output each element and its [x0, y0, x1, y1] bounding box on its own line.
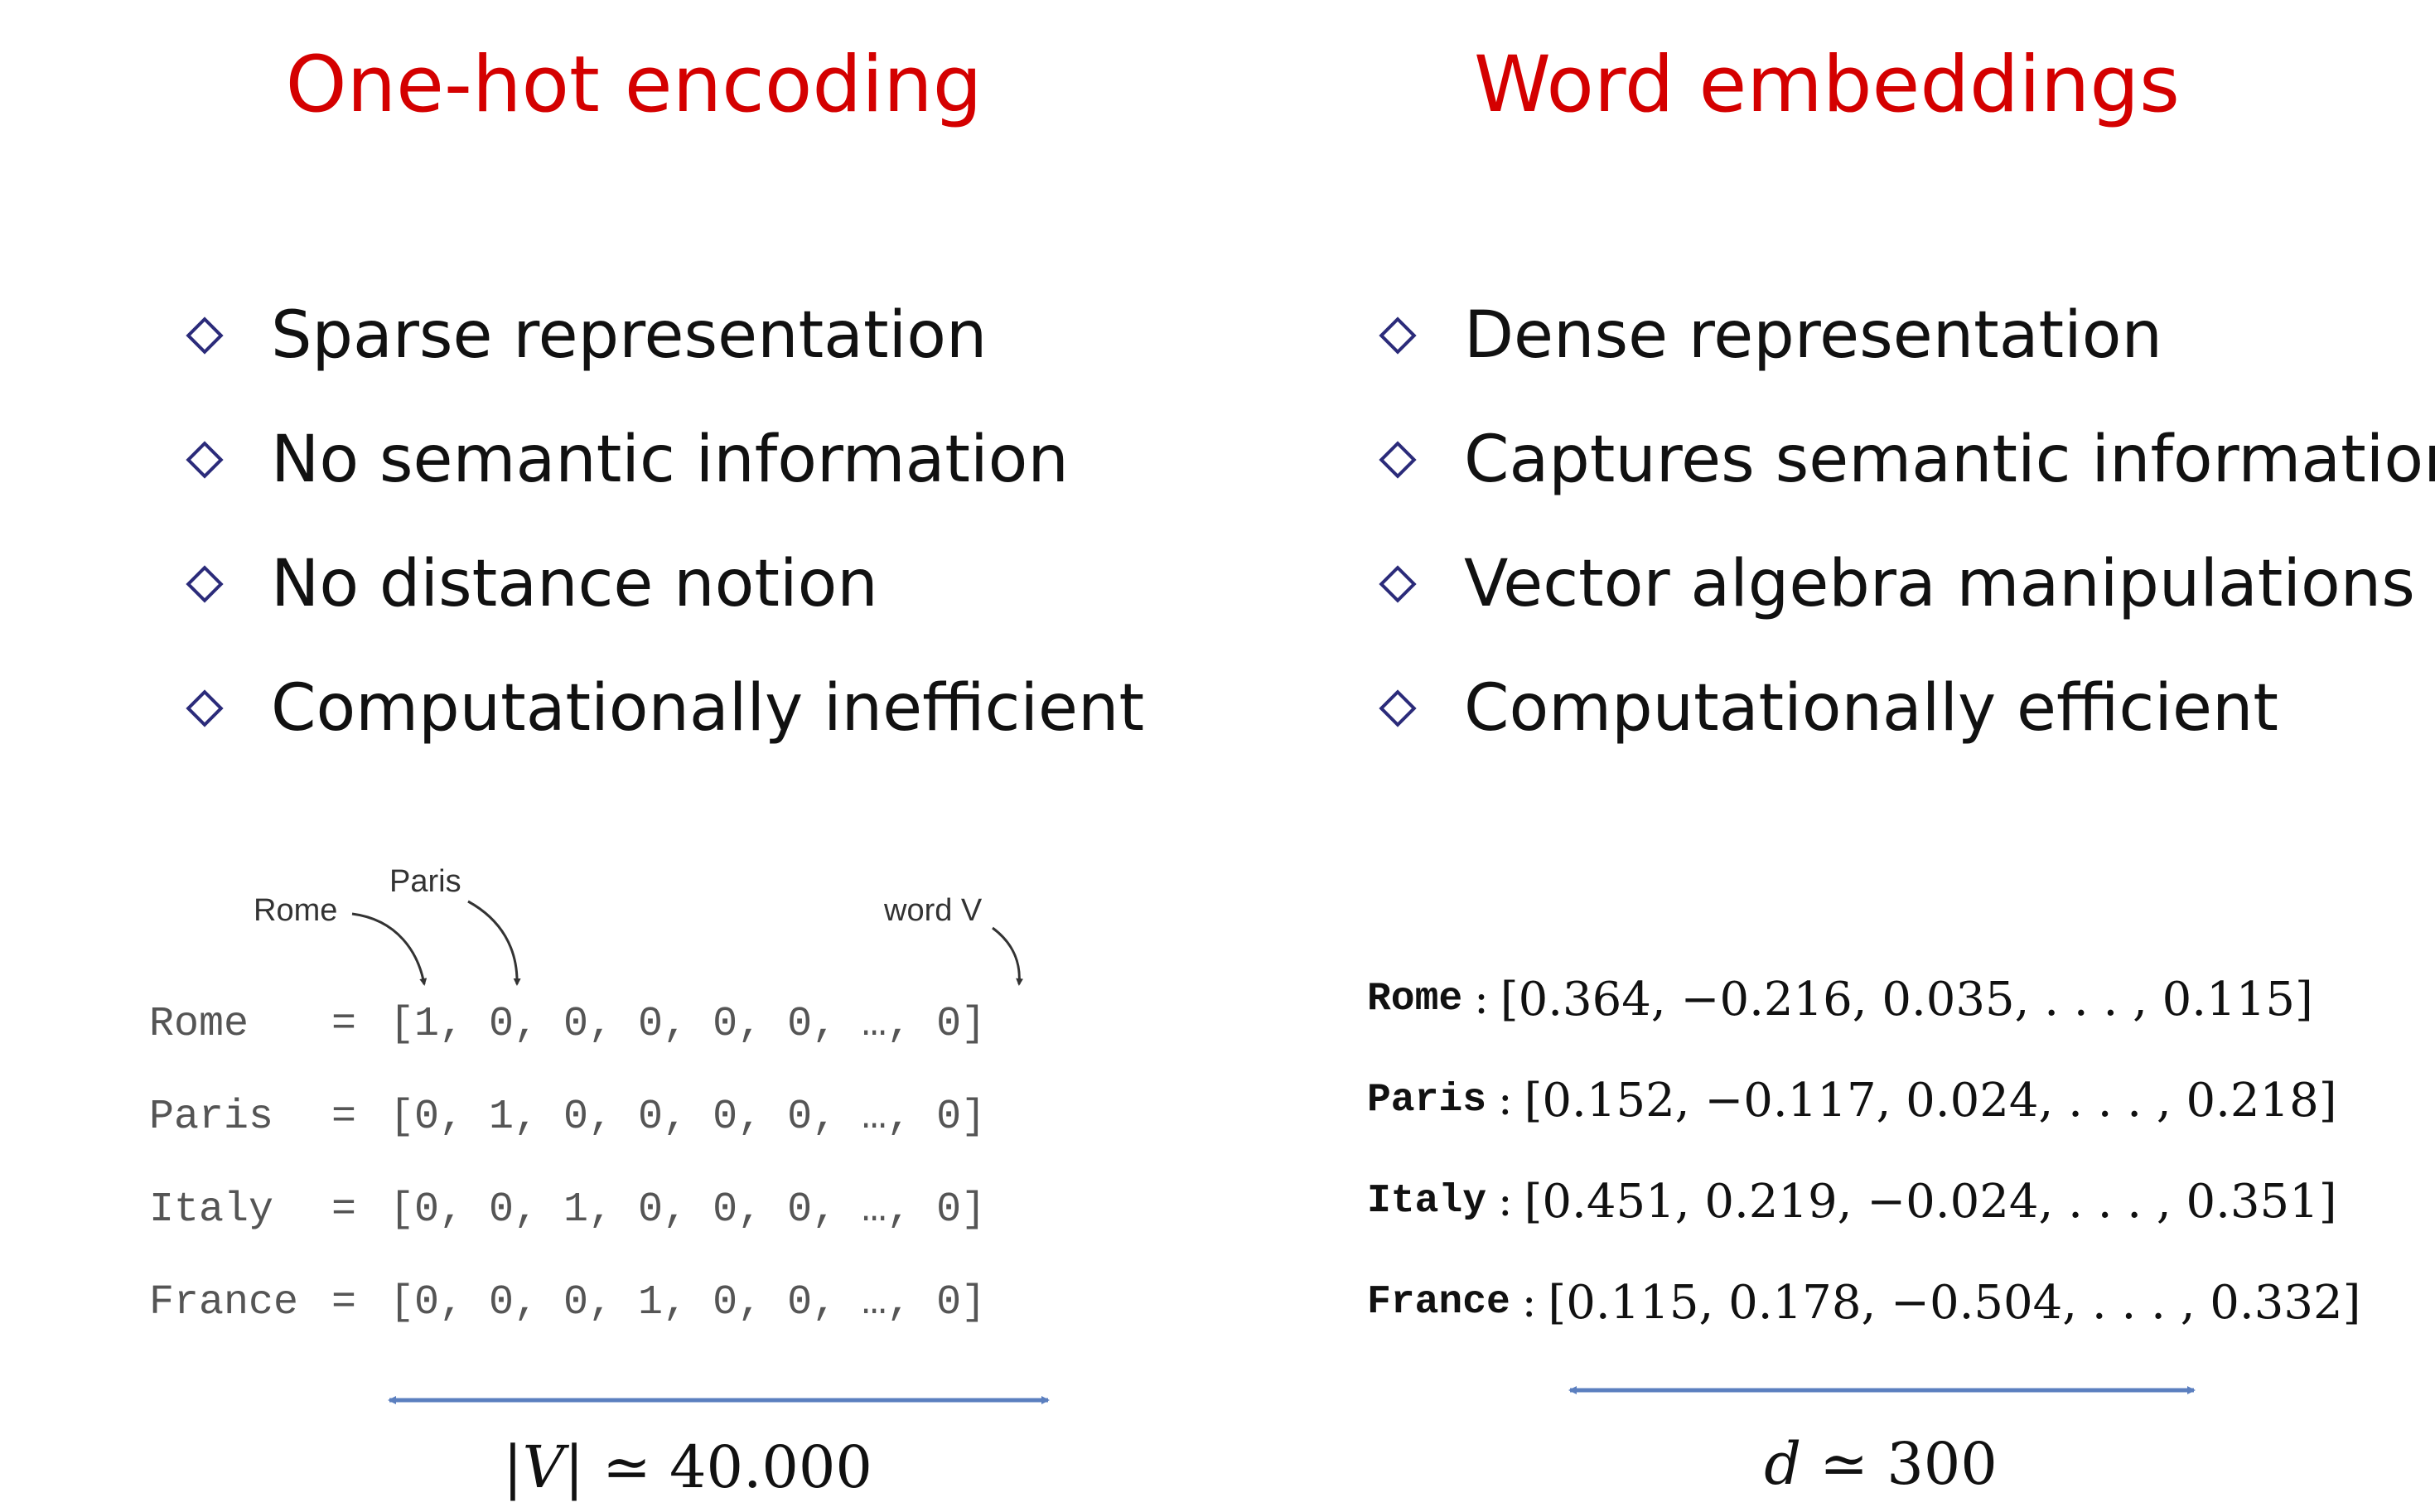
word-v-pointer-arrow: [992, 926, 1024, 986]
arrows-overlay: [351, 900, 2196, 1404]
paris-pointer-arrow: [467, 900, 521, 986]
rome-pointer-arrow: [351, 912, 428, 986]
